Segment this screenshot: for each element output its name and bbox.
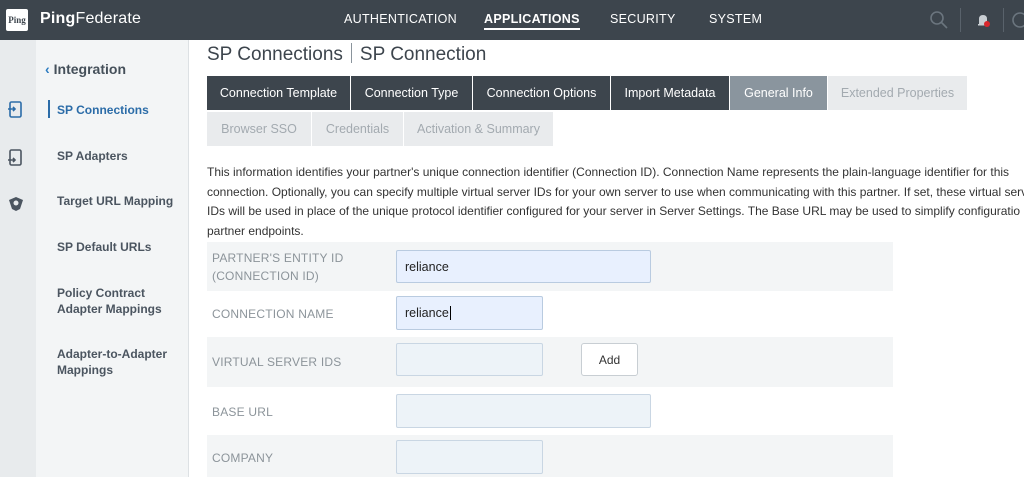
product-name: PingFederate bbox=[40, 10, 141, 28]
sidebar-item-sp-adapters[interactable]: SP Adapters bbox=[57, 148, 128, 164]
intro-line: partner endpoints. bbox=[207, 223, 304, 238]
breadcrumb-sp-connections: SP Connections bbox=[207, 44, 343, 65]
title-separator bbox=[350, 43, 352, 63]
sp-connections-rail-item[interactable] bbox=[4, 98, 28, 122]
nav-applications[interactable]: APPLICATIONS bbox=[484, 12, 580, 30]
tab-connection-options[interactable]: Connection Options bbox=[473, 76, 610, 110]
tab-connection-type[interactable]: Connection Type bbox=[351, 76, 472, 110]
intro-description: This information identifies your partner… bbox=[207, 163, 1024, 241]
connection-name-row: CONNECTION NAME reliance bbox=[207, 291, 893, 337]
entity-id-label-line2: (CONNECTION ID) bbox=[212, 269, 319, 283]
virtual-server-ids-label: VIRTUAL SERVER IDS bbox=[212, 355, 342, 369]
target-url-mapping-icon bbox=[9, 197, 23, 211]
sidebar-item-policy-contract-adapter-mappings[interactable]: Policy Contract Adapter Mappings bbox=[57, 285, 162, 317]
sidebar-item-target-url-mapping[interactable]: Target URL Mapping bbox=[57, 193, 173, 209]
sidebar-back-label: Integration bbox=[53, 61, 127, 77]
help-icon[interactable] bbox=[1010, 10, 1024, 30]
header-divider-2 bbox=[1003, 8, 1004, 32]
brand-rest: Federate bbox=[75, 10, 142, 27]
entity-id-row: PARTNER'S ENTITY ID (CONNECTION ID) reli… bbox=[207, 242, 893, 291]
nav-system[interactable]: SYSTEM bbox=[709, 12, 762, 26]
base-url-input[interactable] bbox=[396, 394, 651, 428]
connection-name-value: reliance bbox=[405, 306, 449, 320]
intro-line: IDs will be used in place of the unique … bbox=[207, 204, 1021, 218]
sidebar-item-adapter-to-adapter-mappings[interactable]: Adapter-to-Adapter Mappings bbox=[57, 346, 167, 378]
target-url-rail-item[interactable] bbox=[4, 192, 28, 216]
text-caret bbox=[449, 306, 451, 320]
add-virtual-server-id-button[interactable]: Add bbox=[581, 343, 638, 376]
entity-id-label-line1: PARTNER'S ENTITY ID bbox=[212, 251, 344, 265]
virtual-server-ids-input[interactable] bbox=[396, 343, 543, 376]
search-icon[interactable] bbox=[929, 10, 949, 30]
intro-line: This information identifies your partner… bbox=[207, 165, 1010, 179]
base-url-label: BASE URL bbox=[212, 405, 273, 419]
chevron-left-icon: ‹ bbox=[45, 61, 50, 77]
sidebar: ‹ Integration SP Connections SP Adapters … bbox=[36, 40, 189, 477]
top-navigation-bar: Ping PingFederate AUTHENTICATION APPLICA… bbox=[0, 0, 1024, 40]
breadcrumb-sp-connection: SP Connection bbox=[359, 44, 487, 65]
nav-security[interactable]: SECURITY bbox=[610, 12, 676, 26]
company-input[interactable] bbox=[396, 440, 543, 474]
header-divider bbox=[960, 8, 961, 32]
entity-id-label: PARTNER'S ENTITY ID (CONNECTION ID) bbox=[212, 249, 343, 285]
tab-connection-template[interactable]: Connection Template bbox=[207, 76, 350, 110]
tab-general-info[interactable]: General Info bbox=[730, 76, 827, 110]
connection-name-input[interactable]: reliance bbox=[396, 296, 543, 330]
company-label: COMPANY bbox=[212, 451, 274, 465]
sp-adapters-icon bbox=[8, 149, 22, 166]
entity-id-input[interactable]: reliance bbox=[396, 250, 651, 283]
base-url-row: BASE URL bbox=[207, 387, 893, 435]
sidebar-item-sp-connections[interactable]: SP Connections bbox=[57, 102, 149, 118]
virtual-server-ids-row: VIRTUAL SERVER IDS Add bbox=[207, 337, 893, 387]
tab-import-metadata[interactable]: Import Metadata bbox=[611, 76, 729, 110]
connection-name-label: CONNECTION NAME bbox=[212, 307, 334, 321]
nav-authentication[interactable]: AUTHENTICATION bbox=[344, 12, 457, 26]
entity-id-value: reliance bbox=[405, 259, 449, 274]
icon-rail bbox=[0, 40, 36, 477]
intro-line: connection. Optionally, you can specify … bbox=[207, 184, 1024, 199]
tab-credentials[interactable]: Credentials bbox=[312, 112, 403, 146]
notifications-icon[interactable] bbox=[973, 10, 993, 30]
sp-connections-icon bbox=[8, 101, 22, 118]
sidebar-active-indicator bbox=[48, 100, 50, 118]
page-title: SP Connections SP Connection bbox=[207, 43, 486, 66]
sp-adapters-rail-item[interactable] bbox=[4, 146, 28, 170]
tab-browser-sso[interactable]: Browser SSO bbox=[207, 112, 311, 146]
company-row: COMPANY bbox=[207, 435, 893, 477]
ping-logo: Ping bbox=[6, 9, 28, 31]
tab-activation-summary[interactable]: Activation & Summary bbox=[404, 112, 553, 146]
brand-bold: Ping bbox=[40, 10, 76, 27]
sidebar-back-link[interactable]: ‹ Integration bbox=[45, 61, 126, 77]
tab-extended-properties[interactable]: Extended Properties bbox=[828, 76, 967, 110]
sidebar-item-sp-default-urls[interactable]: SP Default URLs bbox=[57, 239, 151, 255]
